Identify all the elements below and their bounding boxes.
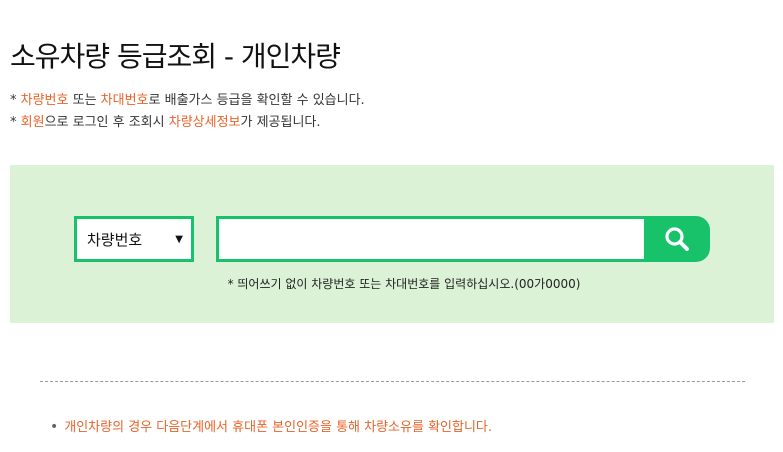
note-highlight-vin: 차대번호 bbox=[100, 93, 149, 108]
search-type-selected-value: 차량번호 bbox=[87, 230, 143, 249]
page-title: 소유차량 등급조회 - 개인차량 bbox=[10, 39, 341, 73]
note-text: 또는 bbox=[68, 93, 101, 108]
note-line-1: * 차량번호 또는 차대번호로 배출가스 등급을 확인할 수 있습니다. bbox=[10, 90, 365, 112]
search-panel: 차량번호 ▼ * 띄어쓰기 없이 차량번호 또는 차대번호를 입력하십시오.(0… bbox=[10, 165, 774, 323]
note-text: 가 제공됩니다. bbox=[240, 115, 321, 130]
search-button[interactable] bbox=[644, 216, 710, 262]
note-text: 으로 로그인 후 조회시 bbox=[44, 115, 169, 130]
triangle-down-icon: ▼ bbox=[175, 233, 183, 245]
info-notes: * 차량번호 또는 차대번호로 배출가스 등급을 확인할 수 있습니다. * 회… bbox=[10, 90, 365, 134]
note-text: 로 배출가스 등급을 확인할 수 있습니다. bbox=[148, 93, 365, 108]
note-highlight-vehicle-details: 차량상세정보 bbox=[168, 115, 241, 130]
vehicle-number-input[interactable] bbox=[216, 216, 650, 262]
divider bbox=[40, 381, 745, 382]
bullet-icon: • bbox=[50, 419, 59, 435]
footer-notice: • 개인차량의 경우 다음단계에서 휴대폰 본인인증을 통해 차량소유를 확인합니… bbox=[50, 416, 492, 435]
search-icon bbox=[665, 227, 689, 251]
search-type-select[interactable]: 차량번호 ▼ bbox=[74, 216, 194, 262]
note-prefix: * bbox=[10, 115, 21, 130]
search-hint: * 띄어쓰기 없이 차량번호 또는 차대번호를 입력하십시오.(00가0000) bbox=[227, 277, 581, 291]
note-highlight-member: 회원 bbox=[20, 115, 45, 130]
note-line-2: * 회원으로 로그인 후 조회시 차량상세정보가 제공됩니다. bbox=[10, 112, 365, 134]
footer-notice-text: 개인차량의 경우 다음단계에서 휴대폰 본인인증을 통해 차량소유를 확인합니다… bbox=[64, 420, 493, 435]
note-highlight-vehicle-number: 차량번호 bbox=[20, 93, 69, 108]
note-prefix: * bbox=[10, 93, 21, 108]
